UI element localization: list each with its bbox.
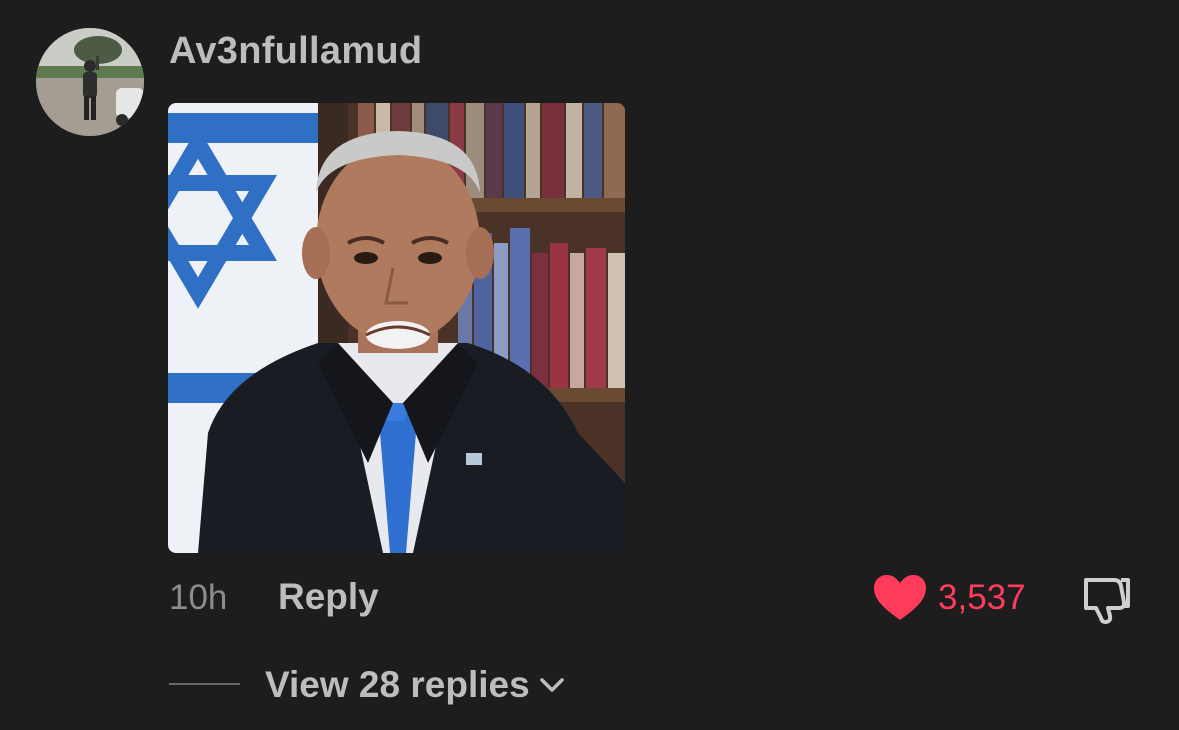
comment-item: Av3nfullamud 10h Reply 3,537 View 28 rep… [0,0,1179,730]
comment-image[interactable] [168,103,625,553]
username[interactable]: Av3nfullamud [169,30,422,73]
comment-image-content [168,103,625,553]
avatar-image [36,28,144,136]
heart-icon [874,575,926,620]
reply-button[interactable]: Reply [278,576,379,618]
comment-actions: 10h Reply 3,537 [0,570,1179,626]
dislike-button[interactable] [1080,572,1134,626]
timestamp: 10h [169,578,228,617]
view-replies-button[interactable]: View 28 replies [265,662,566,708]
thumbs-down-icon [1084,578,1130,624]
replies-section: View 28 replies [0,660,1179,710]
like-count: 3,537 [938,578,1026,617]
view-replies-label: View 28 replies [265,664,530,705]
chevron-down-icon [539,678,564,692]
replies-divider [169,683,240,685]
like-button[interactable] [873,574,927,622]
avatar[interactable] [36,28,144,136]
